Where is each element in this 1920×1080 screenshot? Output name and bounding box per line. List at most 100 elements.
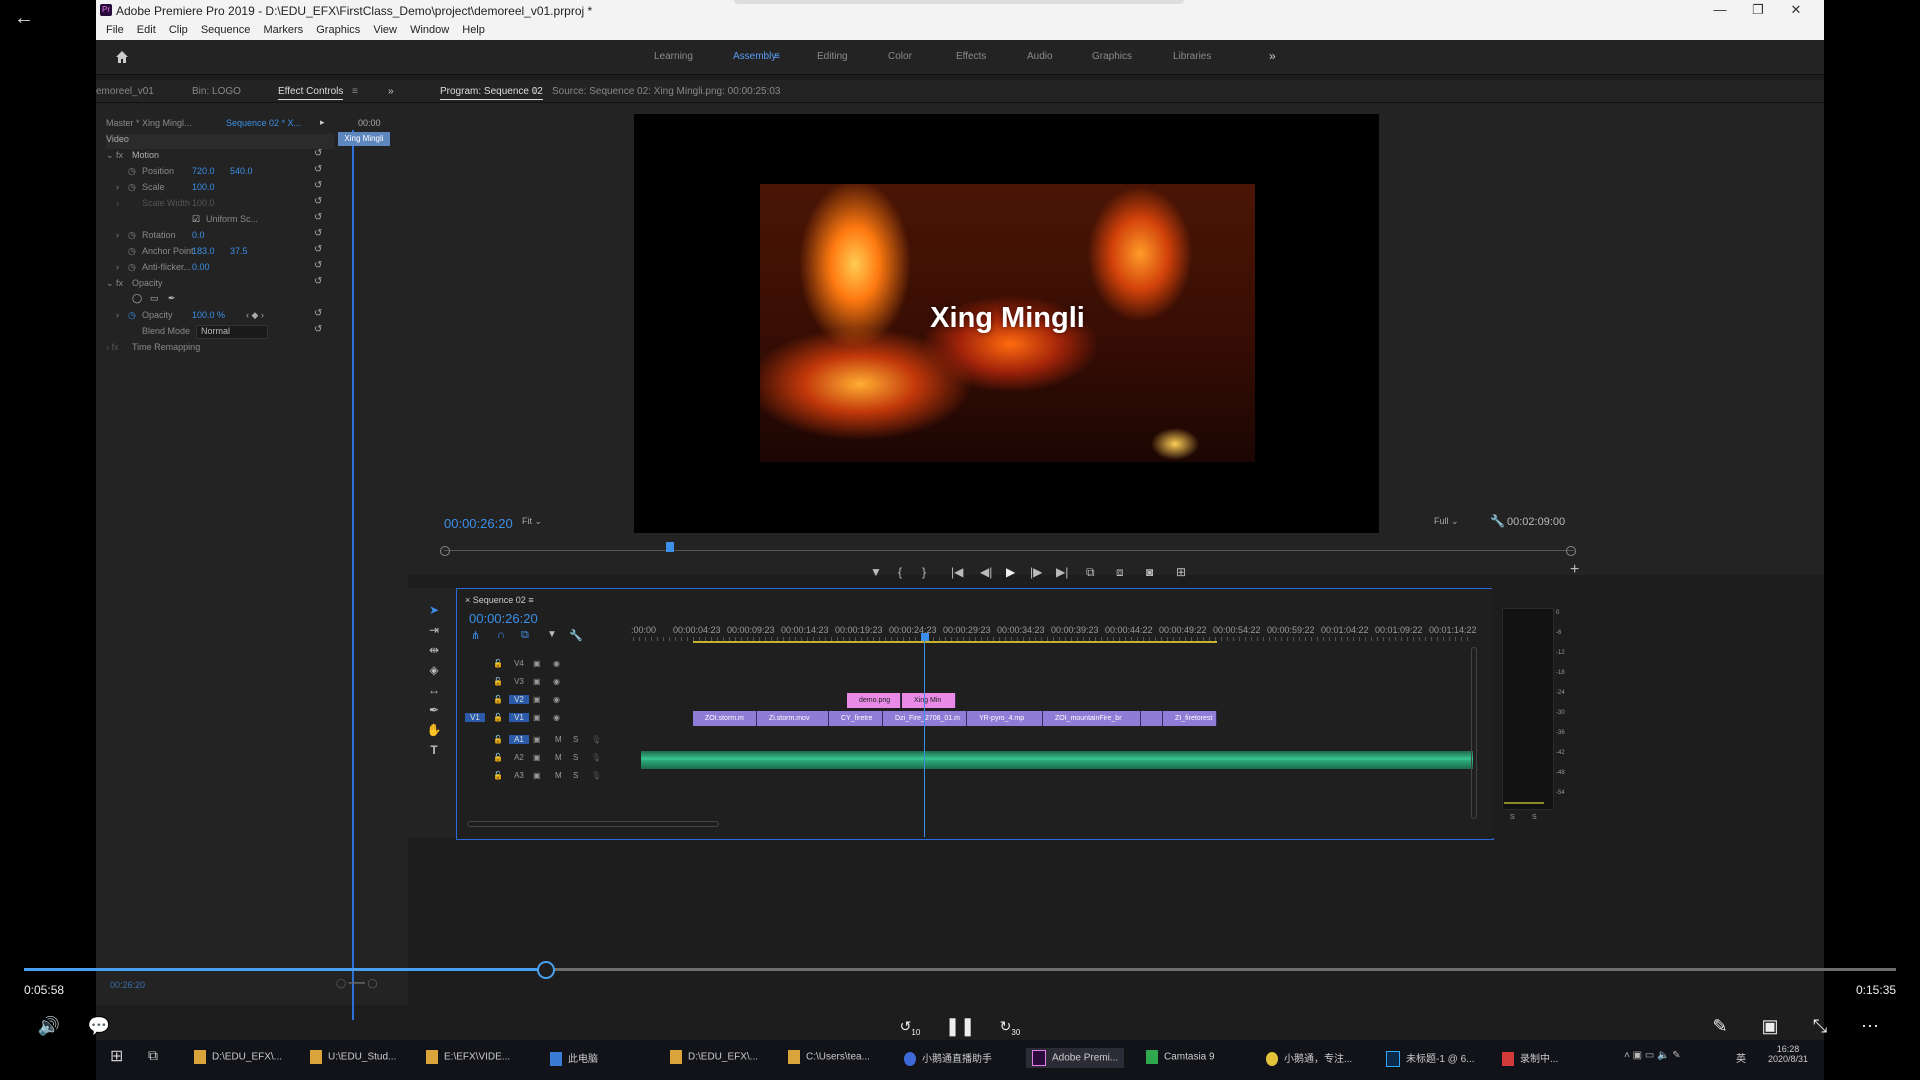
solo-button[interactable]: S bbox=[573, 771, 578, 780]
lift-button[interactable]: ⧉ bbox=[1086, 565, 1095, 580]
track-label[interactable]: A2 bbox=[509, 753, 529, 762]
taskbar-item[interactable]: E:\EFX\VIDE... bbox=[426, 1050, 510, 1064]
lock-icon[interactable]: 🔓 bbox=[493, 659, 503, 668]
stopwatch-icon[interactable]: ◷ bbox=[128, 166, 140, 181]
tab-sequence[interactable]: × Sequence 02 ≡ bbox=[465, 595, 534, 605]
track-label[interactable]: V1 bbox=[509, 713, 529, 722]
reset-blend-icon[interactable]: ↺ bbox=[314, 324, 324, 335]
taskbar-item[interactable]: 此电脑 bbox=[550, 1050, 598, 1067]
track-label[interactable]: V4 bbox=[509, 659, 529, 668]
horizontal-scrollbar[interactable] bbox=[467, 821, 719, 827]
taskbar-item[interactable]: C:\Users\tea... bbox=[788, 1050, 870, 1064]
scale-value[interactable]: 100.0 bbox=[192, 182, 232, 197]
antiflicker-value[interactable]: 0.00 bbox=[192, 262, 232, 277]
taskbar-item-active[interactable]: Adobe Premi... bbox=[1026, 1048, 1125, 1068]
taskbar-item[interactable]: D:\EDU_EFX\... bbox=[670, 1050, 758, 1064]
razor-tool-icon[interactable]: ◈ bbox=[426, 662, 442, 678]
menu-graphics[interactable]: Graphics bbox=[316, 24, 360, 36]
workspace-overflow-icon[interactable]: » bbox=[1269, 49, 1276, 63]
volume-icon[interactable]: 🔊 bbox=[35, 1012, 63, 1040]
step-back-button[interactable]: ◀| bbox=[980, 565, 992, 579]
go-to-out-button[interactable]: ▶| bbox=[1056, 565, 1068, 579]
menu-sequence[interactable]: Sequence bbox=[201, 24, 251, 36]
expand-rotation-icon[interactable]: › bbox=[116, 230, 128, 245]
reset-position-icon[interactable]: ↺ bbox=[314, 164, 324, 175]
reset-scale-icon[interactable]: ↺ bbox=[314, 180, 324, 191]
reset-uniform-icon[interactable]: ↺ bbox=[314, 212, 324, 223]
work-area-bar[interactable] bbox=[693, 641, 1217, 643]
clip-v1[interactable]: Dzi_Fire_2708_01.m bbox=[883, 711, 967, 726]
opacity-value[interactable]: 100.0 % bbox=[192, 310, 242, 325]
reset-anchor-icon[interactable]: ↺ bbox=[314, 244, 324, 255]
scrub-start-handle[interactable] bbox=[440, 546, 450, 556]
reset-motion-icon[interactable]: ↺ bbox=[314, 148, 324, 159]
clip-v1[interactable]: ZOI_mountainFire_br bbox=[1043, 711, 1141, 726]
play-clip-icon[interactable]: ▸ bbox=[320, 117, 332, 132]
step-forward-button[interactable]: |▶ bbox=[1030, 565, 1042, 579]
expand-scale-icon[interactable]: › bbox=[116, 182, 128, 197]
mini-clip-chip[interactable]: Xing Mingli bbox=[338, 132, 390, 146]
track-label[interactable]: A1 bbox=[509, 735, 529, 744]
taskbar-item[interactable]: Camtasia 9 bbox=[1146, 1050, 1215, 1064]
audio-clip-a1[interactable] bbox=[641, 751, 1473, 769]
workspace-menu-icon[interactable]: ≡ bbox=[774, 51, 780, 62]
eye-icon[interactable]: ◉ bbox=[553, 695, 560, 704]
sync-lock-icon[interactable]: ▣ bbox=[533, 695, 541, 704]
stopwatch-icon[interactable]: ◷ bbox=[128, 230, 140, 245]
export-frame-icon[interactable]: ◙ bbox=[1146, 565, 1153, 579]
lock-icon[interactable]: 🔓 bbox=[493, 735, 503, 744]
position-x-value[interactable]: 720.0 bbox=[192, 166, 232, 181]
add-button[interactable]: + bbox=[1570, 561, 1579, 579]
more-options-icon[interactable]: ⋯ bbox=[1856, 1012, 1884, 1040]
solo-button[interactable]: S bbox=[573, 735, 578, 744]
ellipse-mask-icon[interactable]: ◯ bbox=[132, 293, 146, 308]
sync-lock-icon[interactable]: ▣ bbox=[533, 735, 541, 744]
pen-tool-icon[interactable]: ✒ bbox=[426, 702, 442, 718]
mic-icon[interactable]: 🎙 bbox=[591, 753, 601, 762]
tab-effect-controls[interactable]: Effect Controls bbox=[278, 86, 344, 100]
mute-button[interactable]: M bbox=[555, 753, 562, 762]
lock-icon[interactable]: 🔓 bbox=[493, 771, 503, 780]
menu-markers[interactable]: Markers bbox=[263, 24, 303, 36]
anchor-y-value[interactable]: 37.5 bbox=[230, 246, 270, 261]
workspace-color[interactable]: Color bbox=[888, 51, 912, 62]
clock[interactable]: 16:28 2020/8/31 bbox=[1768, 1044, 1808, 1064]
captions-icon[interactable]: 💬 bbox=[85, 1012, 113, 1040]
back-arrow-icon[interactable]: ← bbox=[12, 6, 36, 30]
skip-back-button[interactable]: ↺10 bbox=[896, 1012, 924, 1040]
taskbar-item[interactable]: 录制中... bbox=[1502, 1050, 1558, 1067]
rectangle-mask-icon[interactable]: ▭ bbox=[150, 293, 164, 308]
type-tool-icon[interactable]: T bbox=[426, 742, 442, 758]
start-windows-icon[interactable]: ⊞ bbox=[110, 1046, 123, 1066]
lock-icon[interactable]: 🔓 bbox=[493, 753, 503, 762]
uniform-scale-checkbox[interactable]: ☑ bbox=[192, 214, 204, 229]
panel-menu-icon[interactable]: ≡ bbox=[352, 86, 358, 97]
keyframe-nav-icon[interactable]: ‹ ◆ › bbox=[246, 310, 286, 325]
workspace-graphics[interactable]: Graphics bbox=[1092, 51, 1132, 62]
anchor-x-value[interactable]: 183.0 bbox=[192, 246, 232, 261]
workspace-effects[interactable]: Effects bbox=[956, 51, 986, 62]
tab-program[interactable]: Program: Sequence 02 bbox=[440, 86, 543, 100]
menu-view[interactable]: View bbox=[373, 24, 397, 36]
timeline-playhead-handle[interactable] bbox=[921, 633, 929, 641]
mute-button[interactable]: M bbox=[555, 735, 562, 744]
player-seek-thumb[interactable] bbox=[537, 961, 555, 979]
program-timecode[interactable]: 00:00:26:20 bbox=[444, 516, 513, 531]
track-select-tool-icon[interactable]: ⇥ bbox=[426, 622, 442, 638]
reset-scale-width-icon[interactable]: ↺ bbox=[314, 196, 324, 207]
workspace-learning[interactable]: Learning bbox=[654, 51, 693, 62]
play-button[interactable]: ▶ bbox=[1006, 565, 1015, 579]
mark-out-button[interactable]: } bbox=[922, 565, 926, 579]
minimize-button[interactable]: — bbox=[1700, 0, 1740, 22]
workspace-audio[interactable]: Audio bbox=[1027, 51, 1053, 62]
extract-button[interactable]: ⧈ bbox=[1116, 565, 1124, 580]
monitor-scrub-bar[interactable] bbox=[444, 550, 1574, 551]
meter-solo-right[interactable]: S bbox=[1532, 814, 1537, 821]
nest-icon[interactable]: ⧉ bbox=[521, 629, 529, 642]
taskbar-item[interactable]: D:\EDU_EFX\... bbox=[194, 1050, 282, 1064]
fit-select[interactable]: Fit ⌄ bbox=[522, 516, 566, 528]
position-y-value[interactable]: 540.0 bbox=[230, 166, 270, 181]
tab-bin-logo[interactable]: Bin: LOGO bbox=[192, 86, 241, 97]
home-icon[interactable] bbox=[114, 49, 130, 65]
comparison-view-button[interactable]: ⊞ bbox=[1176, 565, 1186, 579]
